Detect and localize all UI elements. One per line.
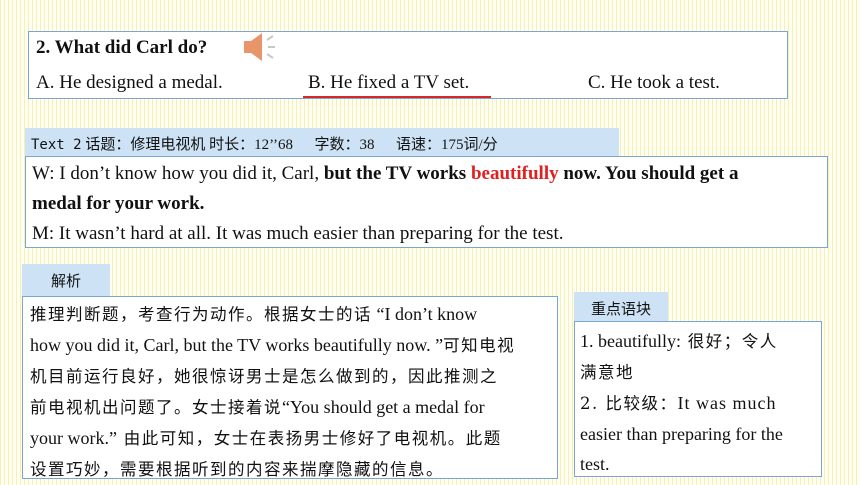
transcript-header: Text 2 话题：修理电视机 时长：12’’68 字数：38 语速：175词/… — [25, 128, 619, 156]
question-box: 2. What did Carl do? A. He designed a me… — [28, 31, 788, 99]
key-phrases-tab: 重点语块 — [574, 292, 668, 324]
speaker-icon[interactable] — [242, 32, 278, 67]
phrase-line: 满意地 — [580, 363, 634, 382]
topic-label: 话题：修理电视机 — [85, 137, 206, 153]
transcript-line-w-cont: medal for your work. — [32, 193, 205, 214]
answer-underline — [303, 96, 491, 98]
option-b[interactable]: B. He fixed a TV set. — [308, 72, 469, 94]
analysis-box: 推理判断题，考查行为动作。根据女士的话 “I don’t know how yo… — [22, 296, 558, 479]
analysis-line: how you did it, Carl, but the TV works b… — [30, 335, 516, 355]
phrase-line: easier than preparing for the — [580, 424, 783, 444]
analysis-line: 设置巧妙，需要根据听到的内容来揣摩隐藏的信息。 — [30, 460, 444, 479]
analysis-line: 前电视机出问题了。女士接着说“You should get a medal fo… — [30, 397, 485, 417]
text-number: Text 2 — [31, 137, 82, 153]
option-a[interactable]: A. He designed a medal. — [36, 72, 223, 94]
speech-rate-label: 语速：175词/分 — [396, 137, 498, 153]
transcript-box: W: I don’t know how you did it, Carl, bu… — [25, 156, 828, 248]
analysis-tab: 解析 — [22, 264, 110, 296]
transcript-line-w: W: I don’t know how you did it, Carl, bu… — [32, 163, 739, 184]
analysis-line: 推理判断题，考查行为动作。根据女士的话 “I don’t know — [30, 304, 478, 324]
question-title: 2. What did Carl do? — [36, 37, 208, 58]
analysis-line: your work.” 由此可知，女士在表扬男士修好了电视机。此题 — [30, 428, 502, 448]
option-c[interactable]: C. He took a test. — [588, 72, 720, 94]
highlight-word: beautifully — [470, 163, 559, 184]
analysis-line: 机目前运行良好，她很惊讶男士是怎么做到的，因此推测之 — [30, 367, 498, 386]
phrase-line: 1. beautifully: 很好；令人 — [580, 331, 778, 351]
word-count-label: 字数：38 — [314, 137, 375, 153]
phrase-line: test. — [580, 454, 610, 474]
key-phrases-box: 1. beautifully: 很好；令人 满意地 2. 比较级：It was … — [574, 321, 822, 477]
transcript-line-m: M: It wasn’t hard at all. It was much ea… — [32, 223, 564, 244]
phrase-line: 2. 比较级：It was much — [580, 393, 777, 413]
duration-label: 时长：12’’68 — [209, 137, 293, 153]
